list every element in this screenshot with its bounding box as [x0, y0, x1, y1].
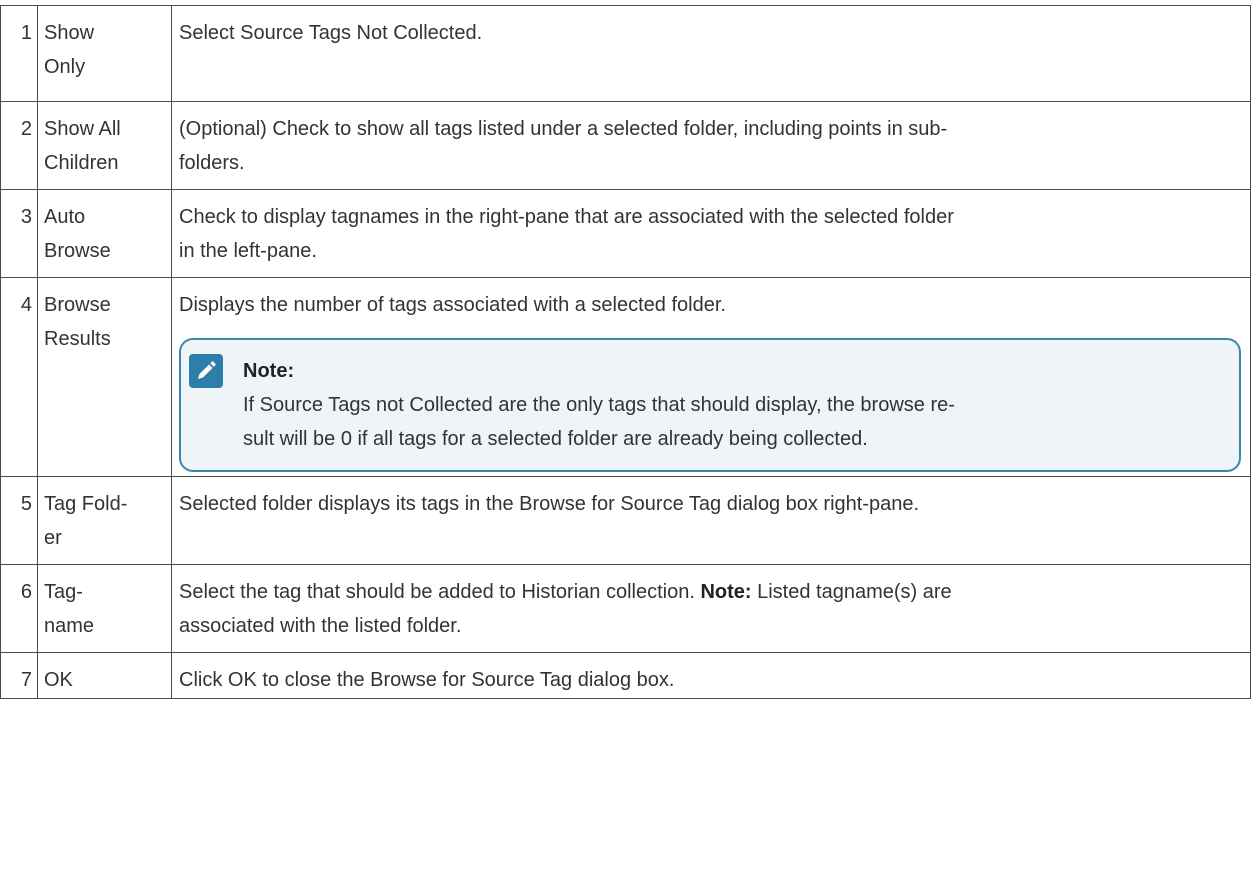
row-number: 5: [0, 476, 38, 565]
table-row: 5 Tag Fold- er Selected folder displays …: [0, 476, 1251, 565]
item-name-line: Only: [44, 56, 86, 78]
description-line: folders.: [179, 152, 245, 174]
item-name-line: er: [44, 527, 62, 549]
description-line: Select the tag that should be added to H…: [179, 575, 1236, 609]
description-line: (Optional) Check to show all tags listed…: [179, 118, 948, 140]
row-number: 7: [0, 652, 38, 699]
item-description: Displays the number of tags associated w…: [171, 277, 1251, 477]
row-number: 6: [0, 564, 38, 653]
item-name-line: Show All: [44, 118, 121, 140]
row-number: 3: [0, 189, 38, 278]
table-row: 3 Auto Browse Check to display tagnames …: [0, 189, 1251, 278]
item-name-line: Tag-: [44, 581, 83, 603]
pencil-note-icon: [189, 354, 223, 388]
table-row: 2 Show All Children (Optional) Check to …: [0, 101, 1251, 190]
note-text-line: If Source Tags not Collected are the onl…: [243, 394, 955, 416]
inline-note-label: Note:: [700, 581, 752, 603]
row-number: 2: [0, 101, 38, 190]
item-description: Check to display tagnames in the right-p…: [171, 189, 1251, 278]
note-title: Note:: [243, 360, 295, 382]
item-name: Auto Browse: [37, 189, 172, 278]
description-line: Displays the number of tags associated w…: [179, 294, 726, 316]
item-description: Select Source Tags Not Collected.: [171, 5, 1251, 102]
item-name-line: Children: [44, 152, 119, 174]
table-row: 7 OK Click OK to close the Browse for So…: [0, 652, 1251, 699]
item-name-line: Auto: [44, 206, 86, 228]
item-name: OK: [37, 652, 172, 699]
note-callout: Note: If Source Tags not Collected are t…: [179, 338, 1241, 472]
item-description: Click OK to close the Browse for Source …: [171, 652, 1251, 699]
item-name: Browse Results: [37, 277, 172, 477]
table-row: 6 Tag- name Select the tag that should b…: [0, 564, 1251, 653]
item-name: Show Only: [37, 5, 172, 102]
item-name: Tag Fold- er: [37, 476, 172, 565]
note-header: Note:: [189, 354, 1221, 388]
item-description: (Optional) Check to show all tags listed…: [171, 101, 1251, 190]
item-name: Tag- name: [37, 564, 172, 653]
item-description: Select the tag that should be added to H…: [171, 564, 1251, 653]
table-row: 4 Browse Results Displays the number of …: [0, 277, 1251, 477]
table-row: 1 Show Only Select Source Tags Not Colle…: [0, 5, 1251, 102]
item-description: Selected folder displays its tags in the…: [171, 476, 1251, 565]
item-name-line: Results: [44, 328, 111, 350]
item-name: Show All Children: [37, 101, 172, 190]
item-name-line: Browse: [44, 240, 111, 262]
description-text: Select the tag that should be added to H…: [179, 581, 701, 603]
description-text: Listed tagname(s) are: [751, 581, 952, 603]
row-number: 1: [0, 5, 38, 102]
row-number: 4: [0, 277, 38, 477]
item-name-line: Browse: [44, 294, 111, 316]
note-text: If Source Tags not Collected are the onl…: [243, 388, 1221, 456]
note-text-line: sult will be 0 if all tags for a selecte…: [243, 428, 868, 450]
item-name-line: name: [44, 615, 95, 637]
item-name-line: Tag Fold-: [44, 493, 128, 515]
description-line: Check to display tagnames in the right-p…: [179, 206, 954, 228]
reference-table: 1 Show Only Select Source Tags Not Colle…: [0, 5, 1251, 699]
description-line: in the left-pane.: [179, 240, 317, 262]
item-name-line: Show: [44, 22, 95, 44]
description-line: associated with the listed folder.: [179, 615, 462, 637]
